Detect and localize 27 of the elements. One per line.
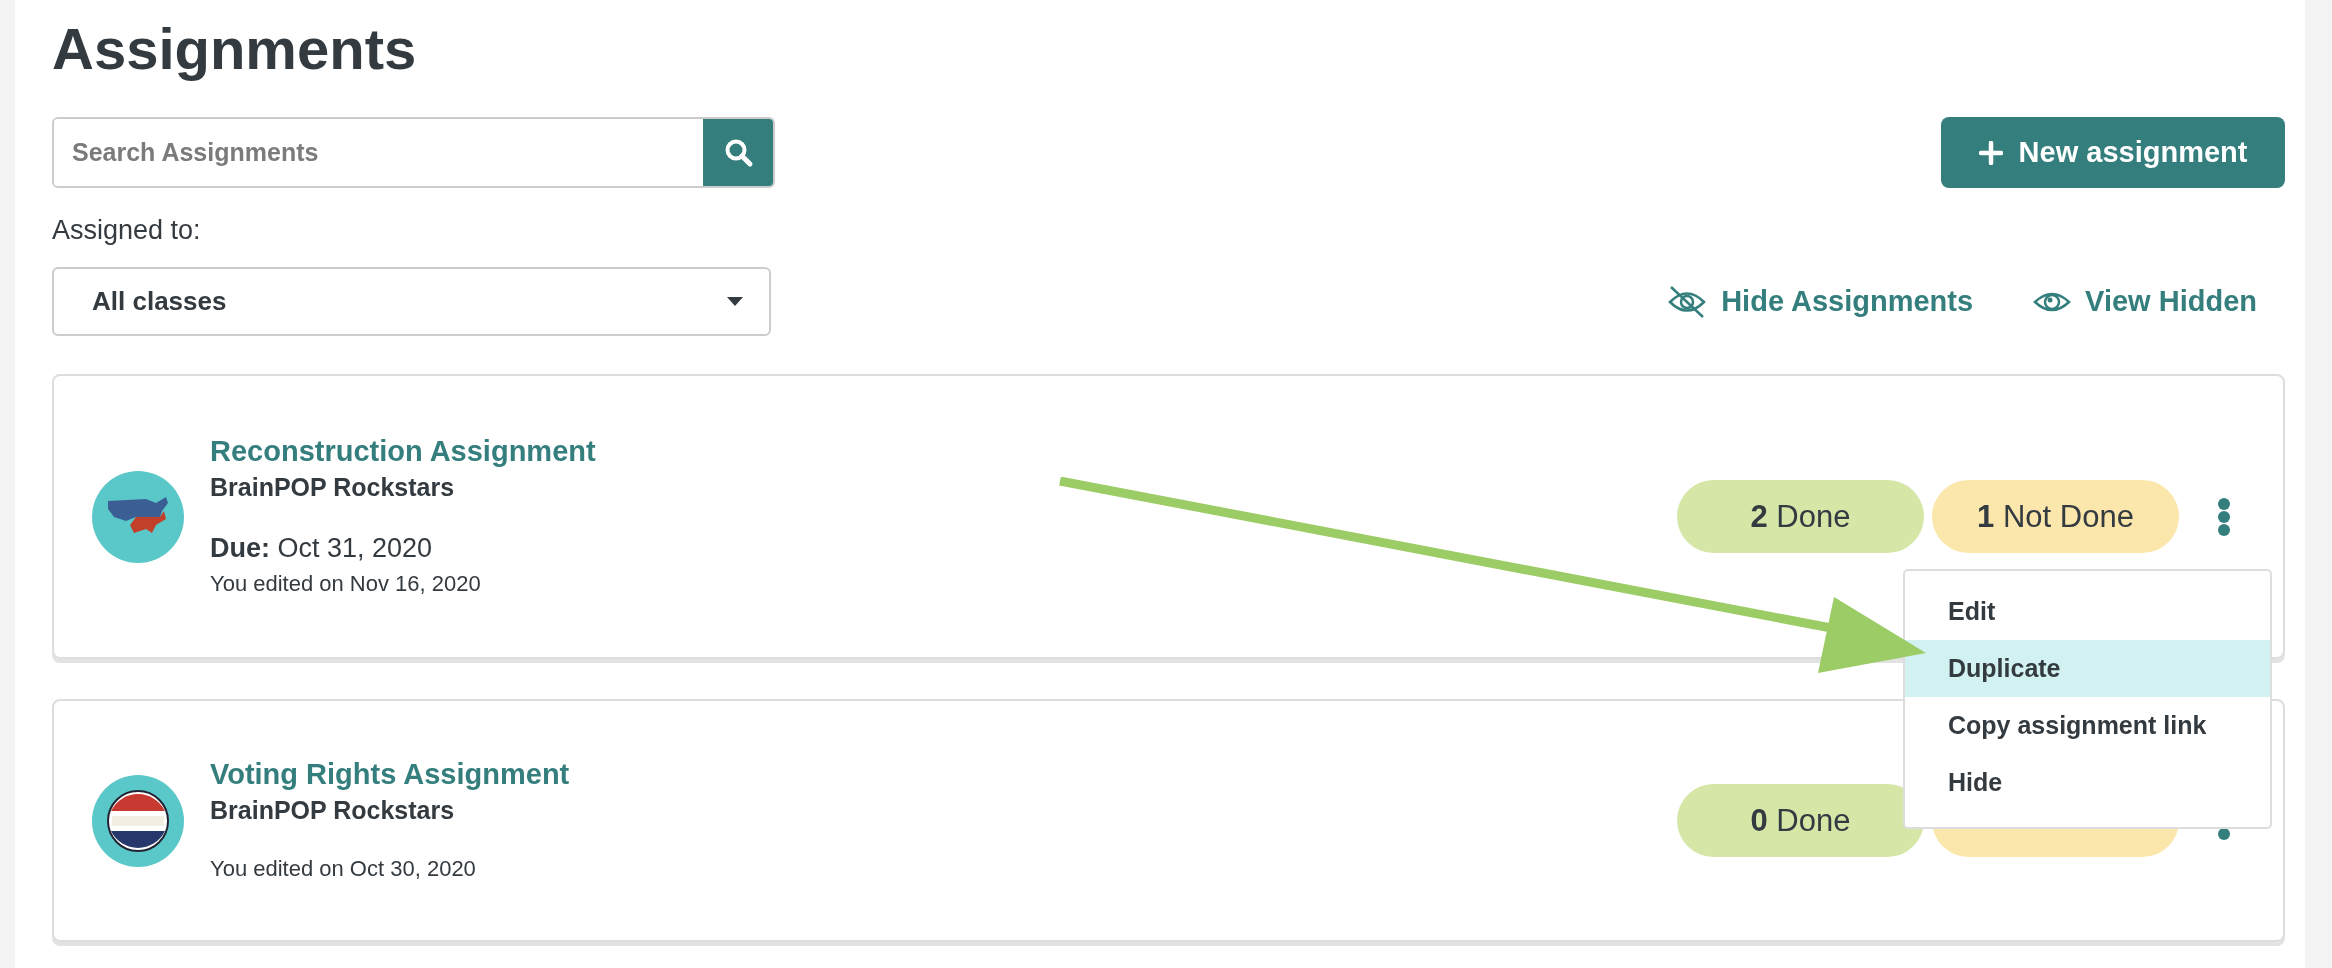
menu-item[interactable]: Copy assignment link	[1905, 697, 2270, 754]
hide-assignments-link[interactable]: Hide Assignments	[1667, 284, 1974, 319]
assignment-title-link[interactable]: Reconstruction Assignment	[210, 432, 596, 469]
class-name: BrainPOP Rockstars	[210, 794, 456, 826]
filter-label: Assigned to:	[52, 214, 202, 247]
badge-icon	[106, 788, 170, 853]
search-field[interactable]: Search Assignments	[52, 117, 775, 188]
menu-item[interactable]: Edit	[1905, 583, 2270, 640]
plus-icon	[1978, 140, 2003, 165]
class-name: BrainPOP Rockstars	[210, 471, 456, 503]
view-hidden-link[interactable]: View Hidden	[2033, 284, 2257, 319]
edited-date: You edited on Nov 16, 2020	[210, 569, 482, 598]
class-dropdown[interactable]: All classes	[52, 267, 771, 336]
caret-icon	[727, 297, 743, 306]
search-button[interactable]	[703, 119, 773, 186]
done-count-pill[interactable]: 2 Done	[1677, 480, 1924, 553]
due-date: Due: Oct 31, 2020	[210, 531, 434, 565]
new-assignment-button[interactable]: New assignment	[1941, 117, 2285, 188]
eye-slash-icon	[1667, 284, 1708, 319]
done-count-pill[interactable]: 0 Done	[1677, 784, 1924, 857]
page-title: Assignments	[52, 15, 418, 83]
assignment-title-link[interactable]: Voting Rights Assignment	[210, 755, 570, 792]
more-options-icon[interactable]	[2217, 496, 2231, 537]
search-icon	[724, 137, 754, 168]
edited-date: You edited on Oct 30, 2020	[210, 854, 477, 883]
menu-item[interactable]: Duplicate	[1905, 640, 2270, 697]
not-done-count-pill[interactable]: 1 Not Done	[1932, 480, 2179, 553]
